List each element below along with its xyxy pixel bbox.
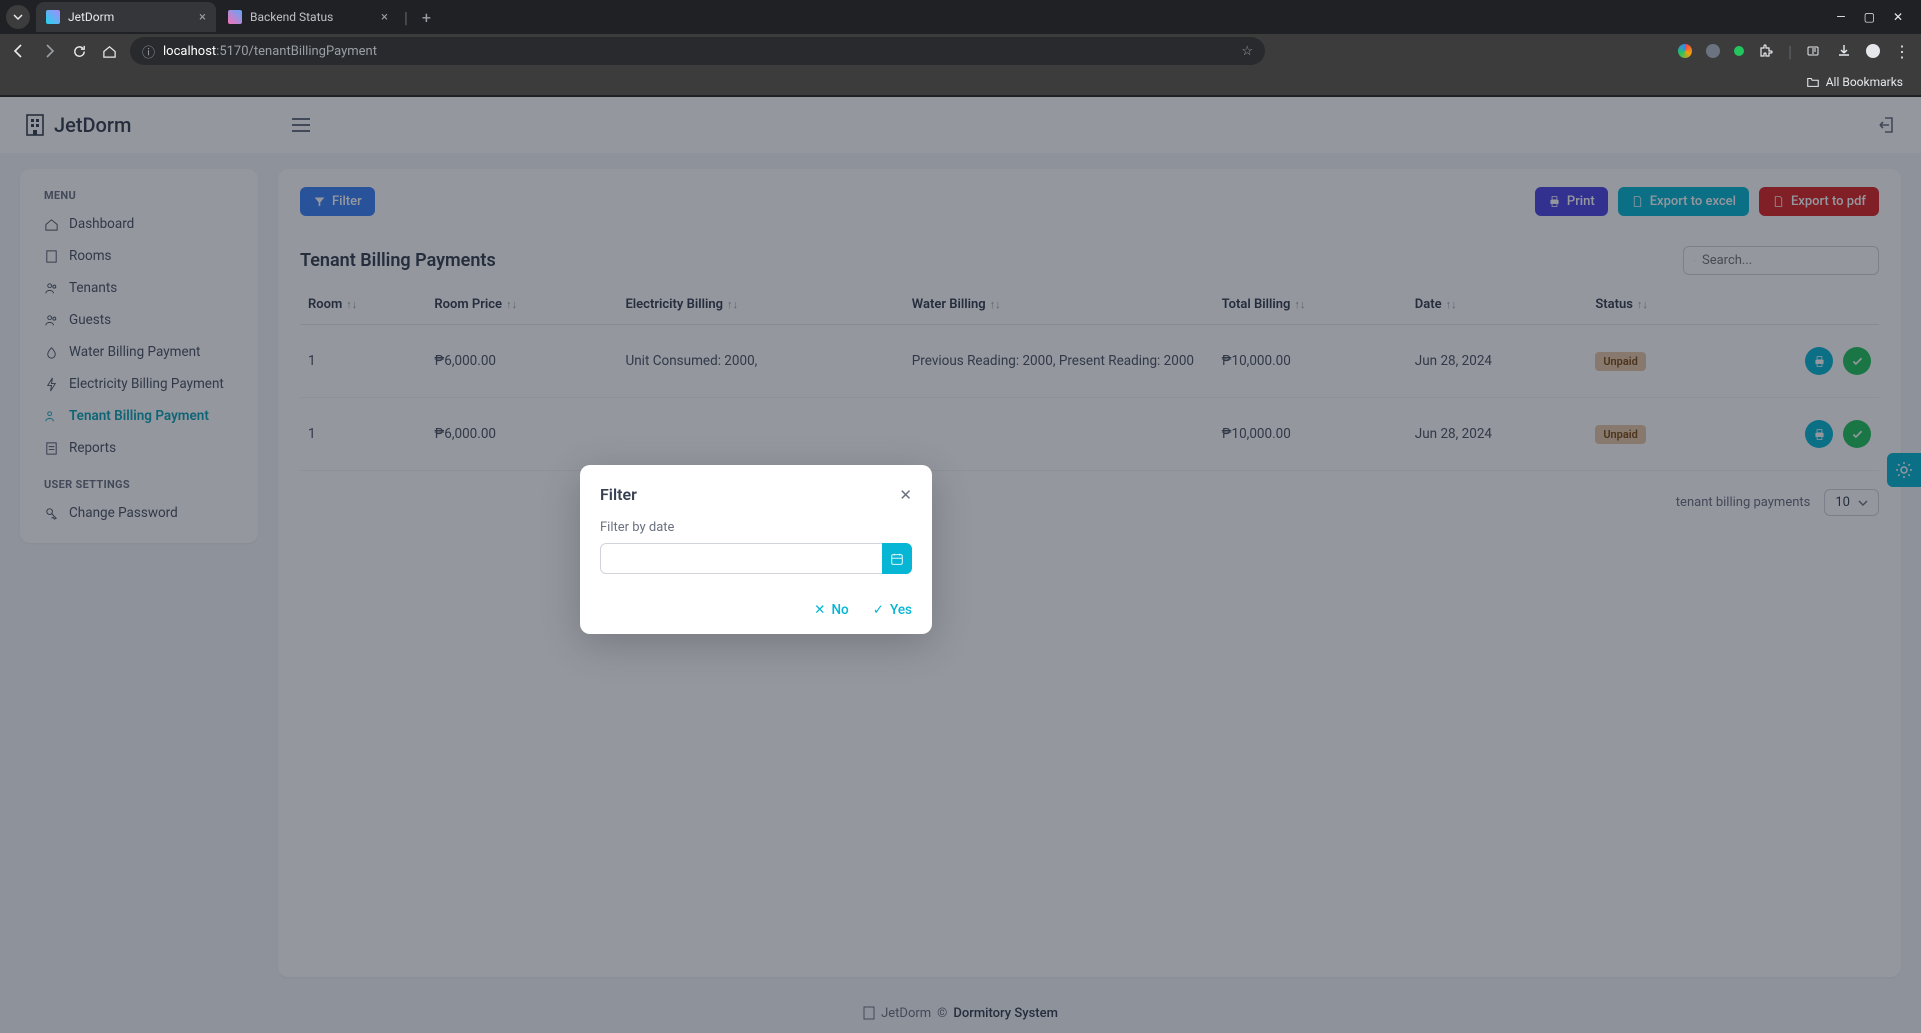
back-button[interactable] (10, 42, 28, 60)
browser-tab-inactive[interactable]: Backend Status × (218, 2, 398, 32)
app-shell: JetDorm MENU Dashboard Rooms Tenants Gue… (0, 96, 1921, 1033)
maximize-icon[interactable]: ▢ (1864, 10, 1875, 24)
profile-avatar[interactable] (1866, 44, 1880, 58)
modal-yes-button[interactable]: ✓ Yes (873, 602, 912, 618)
chevron-down-icon (13, 12, 23, 22)
separator: | (404, 8, 408, 27)
media-icon[interactable] (1806, 43, 1822, 59)
modal-overlay[interactable] (0, 97, 1921, 1033)
extension-icon[interactable] (1678, 44, 1692, 58)
close-icon[interactable]: × (199, 10, 206, 25)
calendar-icon (890, 552, 904, 566)
filter-modal: Filter ✕ Filter by date ✕ No ✓ Yes (580, 465, 932, 634)
close-icon: ✕ (814, 602, 825, 618)
bookmarks-bar: All Bookmarks (0, 68, 1921, 96)
forward-button[interactable] (40, 42, 58, 60)
button-label: Yes (890, 602, 912, 618)
browser-tab-strip: JetDorm × Backend Status × | + — ▢ ✕ (0, 0, 1921, 34)
separator: | (1788, 42, 1792, 61)
url-text: localhost:5170/tenantBillingPayment (163, 44, 377, 59)
minimize-icon[interactable]: — (1836, 10, 1845, 24)
kebab-menu-icon[interactable]: ⋮ (1894, 42, 1911, 61)
folder-icon (1806, 75, 1820, 89)
extension-icon[interactable] (1734, 46, 1744, 56)
all-bookmarks-button[interactable]: All Bookmarks (1806, 75, 1903, 89)
favicon-icon (228, 10, 242, 24)
site-info-icon[interactable]: ⓘ (142, 42, 155, 61)
check-icon: ✓ (873, 602, 884, 618)
modal-close-button[interactable]: ✕ (899, 486, 912, 504)
button-label: No (831, 602, 848, 618)
close-window-icon[interactable]: ✕ (1893, 10, 1903, 24)
bookmark-star-icon[interactable]: ☆ (1241, 44, 1253, 59)
home-button[interactable] (100, 42, 118, 60)
reload-button[interactable] (70, 42, 88, 60)
new-tab-button[interactable]: + (412, 8, 441, 27)
date-picker-button[interactable] (882, 543, 912, 574)
tab-title: Backend Status (250, 10, 333, 24)
extension-icon[interactable] (1706, 44, 1720, 58)
filter-date-input[interactable] (600, 543, 882, 574)
modal-title: Filter (600, 485, 637, 504)
window-controls: — ▢ ✕ (1836, 10, 1915, 24)
extensions-icon[interactable] (1758, 43, 1774, 59)
download-icon[interactable] (1836, 43, 1852, 59)
date-field (600, 543, 912, 574)
modal-field-label: Filter by date (600, 520, 912, 535)
modal-no-button[interactable]: ✕ No (814, 602, 849, 618)
tab-search-button[interactable] (6, 5, 30, 29)
browser-toolbar: ⓘ localhost:5170/tenantBillingPayment ☆ … (0, 34, 1921, 68)
favicon-icon (46, 10, 60, 24)
tab-title: JetDorm (68, 10, 114, 24)
browser-tab-active[interactable]: JetDorm × (36, 2, 216, 32)
address-bar[interactable]: ⓘ localhost:5170/tenantBillingPayment ☆ (130, 37, 1265, 65)
close-icon[interactable]: × (381, 10, 388, 25)
toolbar-right: | ⋮ (1678, 42, 1911, 61)
all-bookmarks-label: All Bookmarks (1826, 75, 1903, 89)
